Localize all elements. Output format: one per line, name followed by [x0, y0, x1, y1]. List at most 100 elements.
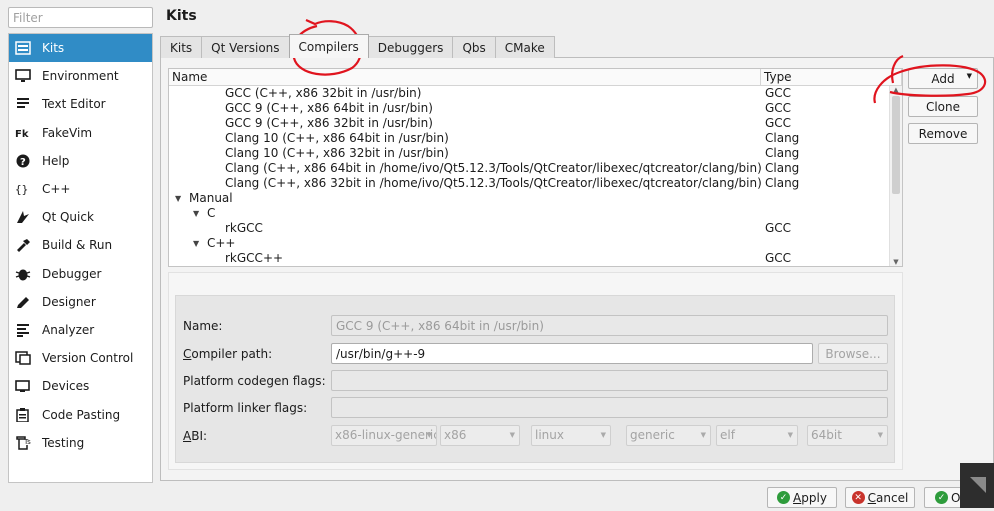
scroll-up-icon[interactable]: ▲: [890, 86, 902, 94]
abi-format-combo[interactable]: elf ▼: [716, 425, 798, 446]
version-control-icon: [14, 350, 32, 366]
row-name: GCC (C++, x86 32bit in /usr/bin): [225, 86, 422, 100]
linker-flags-field[interactable]: [331, 397, 888, 418]
row-name-cell: rkGCC++: [169, 251, 761, 266]
table-row[interactable]: GCC 9 (C++, x86 32bit in /usr/bin) GCC: [169, 116, 902, 131]
sidebar-item-label: C++: [42, 182, 71, 197]
chevron-down-icon: ▼: [600, 431, 606, 439]
filter-input[interactable]: [8, 7, 153, 28]
row-name: rkGCC++: [225, 251, 284, 265]
tab-cmake[interactable]: CMake: [494, 36, 555, 58]
browse-button[interactable]: Browse...: [818, 343, 888, 364]
check-icon: ✓: [777, 491, 791, 504]
table-row[interactable]: Clang 10 (C++, x86 32bit in /usr/bin) Cla…: [169, 146, 902, 161]
fakevim-icon: Fk: [14, 125, 32, 141]
table-row[interactable]: rkGCC++ GCC: [169, 251, 902, 266]
bug-icon: [14, 266, 32, 282]
row-name-cell: Clang 10 (C++, x86 64bit in /usr/bin): [169, 131, 761, 146]
expand-arrow-icon[interactable]: ▼: [193, 236, 199, 251]
table-row[interactable]: Clang (C++, x86 32bit in /home/ivo/Qt5.1…: [169, 176, 902, 191]
tab-kits[interactable]: Kits: [160, 36, 203, 58]
sidebar-item-fakevim[interactable]: Fk FakeVim: [9, 119, 152, 147]
sidebar-item-environment[interactable]: Environment: [9, 62, 152, 90]
table-row[interactable]: ▼ C: [169, 206, 902, 221]
abi-architecture-value: x86: [444, 428, 467, 442]
tab-qbs[interactable]: Qbs: [452, 36, 496, 58]
sidebar-item-devices[interactable]: Devices: [9, 372, 152, 400]
table-row[interactable]: ▼ Manual: [169, 191, 902, 206]
sidebar-item-label: Text Editor: [42, 97, 106, 112]
braces-icon: {}: [14, 181, 32, 197]
abi-flavor-value: generic: [630, 428, 675, 442]
clone-button[interactable]: Clone: [908, 96, 978, 117]
table-row[interactable]: GCC 9 (C++, x86 64bit in /usr/bin) GCC: [169, 101, 902, 116]
name-field[interactable]: [331, 315, 888, 336]
monitor-icon: [14, 68, 32, 84]
abi-architecture-combo[interactable]: x86 ▼: [440, 425, 520, 446]
chevron-down-icon: ▼: [787, 431, 793, 439]
abi-flavor-combo[interactable]: generic ▼: [626, 425, 711, 446]
row-type: Clang: [765, 161, 800, 175]
table-row[interactable]: GCC (C++, x86 32bit in /usr/bin) GCC: [169, 86, 902, 101]
abi-combo[interactable]: x86-linux-generic-elf-64bit▼: [331, 425, 437, 446]
sidebar-item-c[interactable]: {} C++: [9, 175, 152, 203]
tab-qt-versions[interactable]: Qt Versions: [201, 36, 290, 58]
scroll-down-icon[interactable]: ▼: [890, 258, 902, 266]
cancel-button[interactable]: ✕ Cancel: [845, 487, 915, 508]
remove-button[interactable]: Remove: [908, 123, 978, 144]
resize-grip-icon: [970, 477, 986, 493]
abi-combo-value: x86-linux-generic-elf-64bit: [335, 428, 436, 442]
row-type: [761, 191, 765, 206]
sidebar-item-text-editor[interactable]: Text Editor: [9, 90, 152, 118]
sidebar-item-qt-quick[interactable]: Qt Quick: [9, 203, 152, 231]
codegen-flags-field[interactable]: [331, 370, 888, 391]
abi-os-combo[interactable]: linux ▼: [531, 425, 611, 446]
column-header-type[interactable]: Type: [761, 69, 902, 85]
sidebar-item-build-run[interactable]: Build & Run: [9, 231, 152, 259]
table-row[interactable]: rkGCC GCC: [169, 221, 902, 236]
compiler-path-label: Compiler path:: [183, 347, 273, 361]
expand-arrow-icon[interactable]: ▼: [175, 191, 181, 206]
chevron-down-icon: ▼: [426, 431, 432, 439]
sidebar-item-code-pasting[interactable]: Code Pasting: [9, 400, 152, 428]
sidebar-item-testing[interactable]: Ts Testing: [9, 429, 152, 457]
table-row[interactable]: Clang (C++, x86 64bit in /home/ivo/Qt5.1…: [169, 161, 902, 176]
name-label: Name:: [183, 319, 223, 333]
add-button[interactable]: Add ▼: [908, 68, 978, 89]
overlay-widget: [960, 463, 994, 508]
sidebar-item-designer[interactable]: Designer: [9, 288, 152, 316]
tree-scrollbar-thumb[interactable]: [892, 96, 900, 194]
sidebar-item-label: Analyzer: [42, 322, 95, 337]
row-name: rkGCC: [225, 221, 263, 235]
svg-text:{}: {}: [15, 183, 28, 196]
kits-icon: [14, 40, 32, 56]
row-name: C: [207, 206, 216, 220]
sidebar-item-version-control[interactable]: Version Control: [9, 344, 152, 372]
apply-button[interactable]: ✓ Apply: [767, 487, 837, 508]
row-type: GCC: [765, 251, 792, 265]
row-name: Clang 10 (C++, x86 64bit in /usr/bin): [225, 131, 449, 145]
row-type: Clang: [765, 176, 800, 190]
compiler-path-field[interactable]: [331, 343, 813, 364]
sidebar-item-kits[interactable]: Kits: [9, 34, 152, 63]
sidebar-item-label: Kits: [42, 41, 65, 56]
page-title: Kits: [166, 8, 197, 24]
row-name-cell: Clang (C++, x86 64bit in /home/ivo/Qt5.1…: [169, 161, 761, 176]
sidebar-item-label: Environment: [42, 69, 119, 84]
tree-scrollbar[interactable]: ▲ ▼: [889, 86, 902, 266]
table-row[interactable]: Clang 10 (C++, x86 64bit in /usr/bin) Cla…: [169, 131, 902, 146]
tab-debuggers[interactable]: Debuggers: [367, 36, 454, 58]
row-type: Clang: [765, 131, 800, 145]
sidebar-item-debugger[interactable]: Debugger: [9, 260, 152, 288]
abi-width-combo[interactable]: 64bit ▼: [807, 425, 888, 446]
hammer-icon: [14, 237, 32, 253]
tab-compilers[interactable]: Compilers: [288, 34, 369, 58]
expand-arrow-icon[interactable]: ▼: [193, 206, 199, 221]
row-name-cell: ▼ Manual: [169, 191, 761, 206]
table-row[interactable]: ▼ C++: [169, 236, 902, 251]
sidebar-item-help[interactable]: ? Help: [9, 147, 152, 175]
sidebar-item-analyzer[interactable]: Analyzer: [9, 316, 152, 344]
row-name: C++: [207, 236, 236, 250]
column-header-name[interactable]: Name: [169, 69, 761, 85]
svg-text:?: ?: [20, 157, 26, 168]
